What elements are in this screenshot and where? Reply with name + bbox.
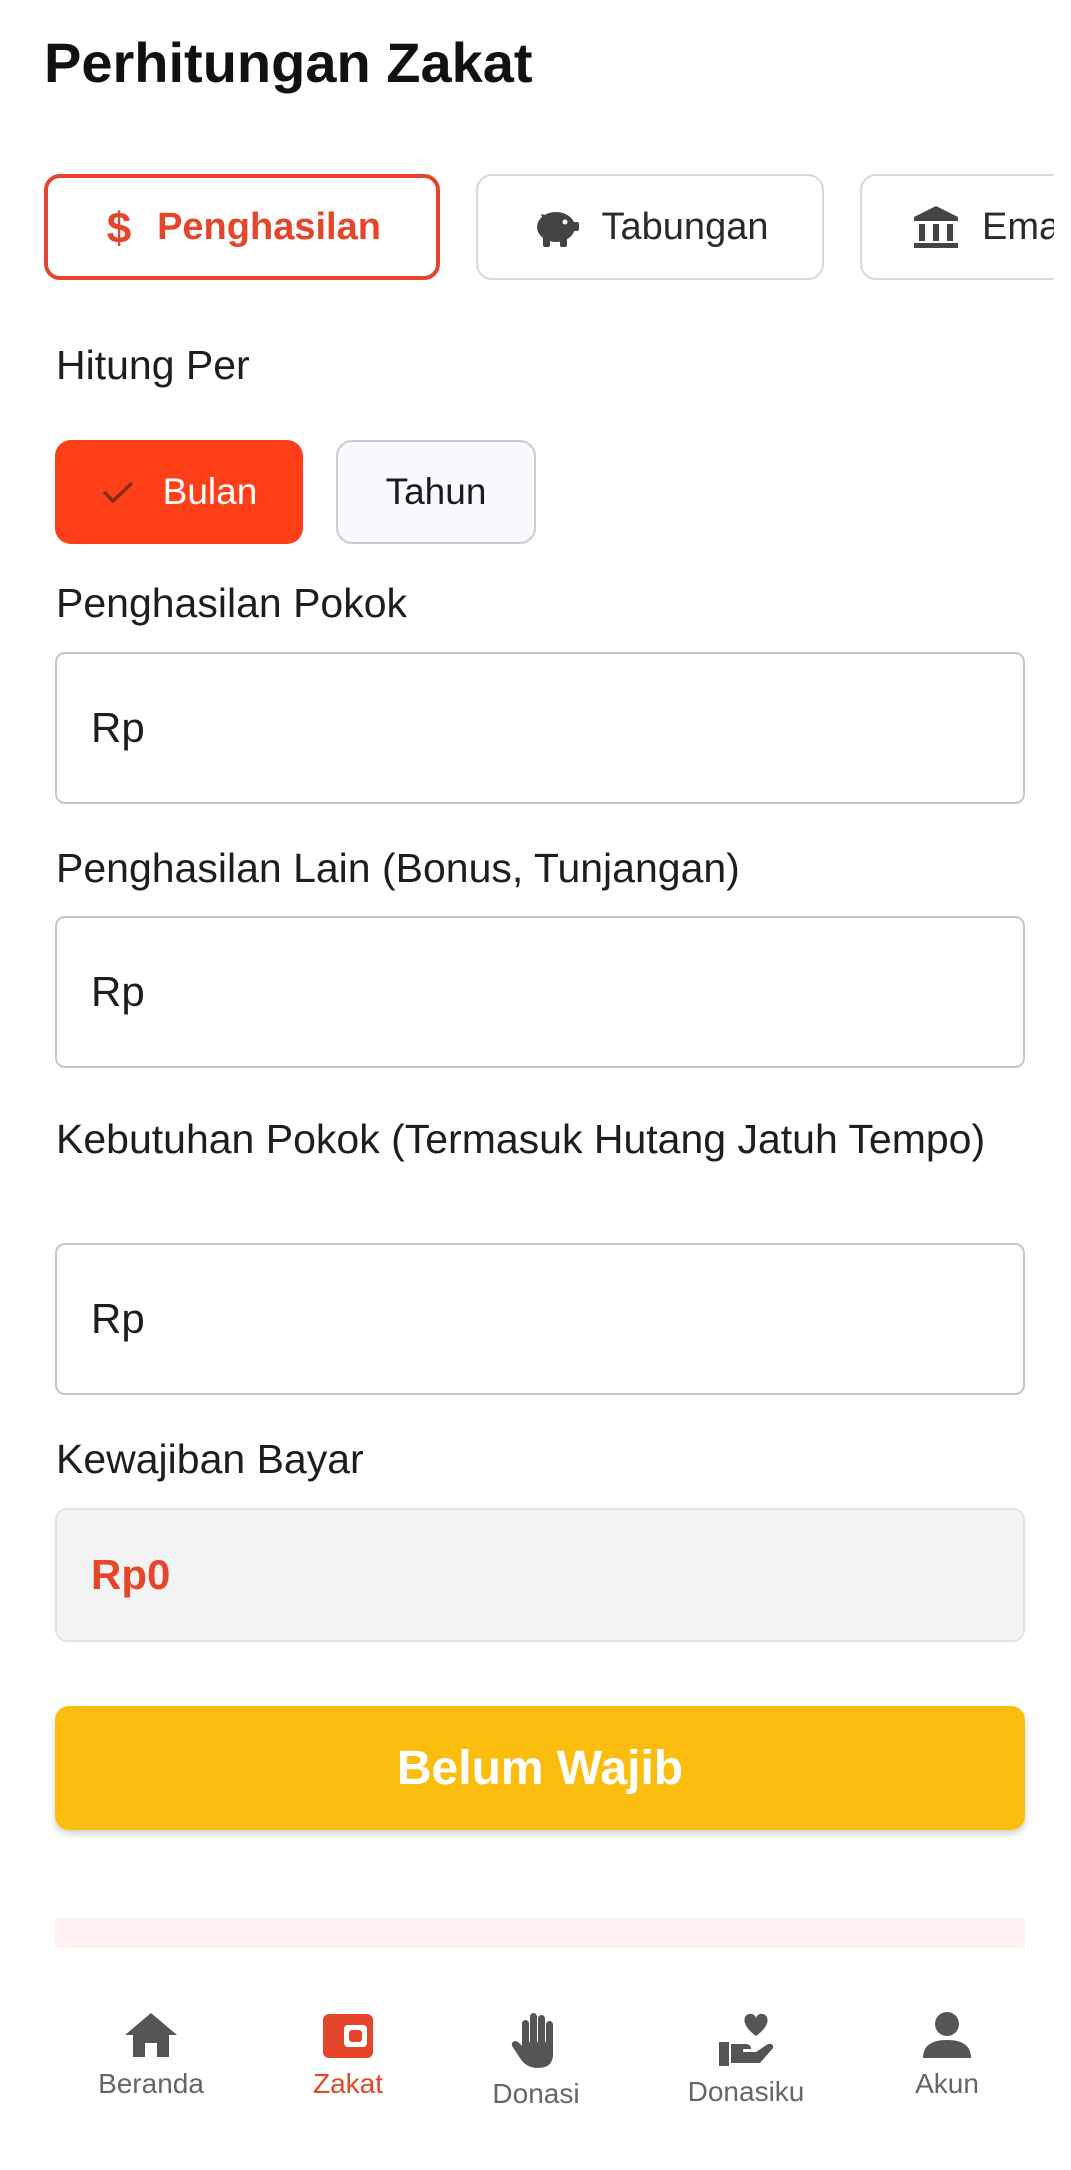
nav-label: Beranda xyxy=(98,2068,204,2099)
nav-label: Donasi xyxy=(492,2078,580,2109)
kewajiban-bayar-value: Rp0 xyxy=(55,1508,1025,1642)
field-label-kebutuhan-pokok: Kebutuhan Pokok (Termasuk Hutang Jatuh T… xyxy=(56,1116,986,1162)
period-chip-bulan[interactable]: Bulan xyxy=(55,440,303,544)
tab-label: Penghasilan xyxy=(157,205,381,248)
currency-prefix: Rp xyxy=(91,704,145,751)
period-chip-label: Bulan xyxy=(162,471,258,512)
donation-heart-icon xyxy=(719,2013,774,2066)
dollar-icon: $ xyxy=(107,204,131,250)
page-title: Perhitungan Zakat xyxy=(44,31,533,94)
nav-label: Zakat xyxy=(312,2068,384,2099)
info-banner xyxy=(55,1918,1025,1948)
nav-item-akun[interactable]: Akun xyxy=(857,2010,1037,2100)
nav-item-beranda[interactable]: Beranda xyxy=(61,2010,241,2100)
hand-icon xyxy=(511,2013,553,2068)
bottom-navigation: Beranda Zakat Donasi Donasiku Akun xyxy=(0,1950,1071,2170)
tab-tabungan[interactable]: Tabungan xyxy=(476,174,824,280)
status-button[interactable]: Belum Wajib xyxy=(55,1706,1025,1830)
nav-item-donasi[interactable]: Donasi xyxy=(446,2010,626,2110)
currency-prefix: Rp xyxy=(91,1295,145,1342)
penghasilan-pokok-input[interactable]: Rp xyxy=(55,652,1025,804)
home-icon xyxy=(125,2013,177,2057)
wallet-icon xyxy=(323,2014,373,2058)
nav-item-donasiku[interactable]: Donasiku xyxy=(656,2010,836,2108)
field-label-penghasilan-pokok: Penghasilan Pokok xyxy=(56,580,408,626)
period-chip-label: Tahun xyxy=(385,471,487,512)
tab-label: Emas xyxy=(982,205,1054,248)
nav-label: Akun xyxy=(915,2068,979,2099)
person-icon xyxy=(923,2012,971,2058)
tab-emas[interactable]: Emas xyxy=(860,174,1054,280)
period-chip-tahun[interactable]: Tahun xyxy=(336,440,536,544)
field-label-penghasilan-lain: Penghasilan Lain (Bonus, Tunjangan) xyxy=(56,845,740,891)
bank-icon xyxy=(914,206,958,248)
svg-text:$: $ xyxy=(107,204,131,250)
nav-label: Donasiku xyxy=(687,2076,805,2107)
tab-penghasilan[interactable]: $ Penghasilan xyxy=(44,174,440,280)
check-icon xyxy=(102,481,133,504)
nav-item-zakat[interactable]: Zakat xyxy=(258,2010,438,2100)
tab-label: Tabungan xyxy=(601,205,769,248)
period-label: Hitung Per xyxy=(56,342,250,388)
result-label: Kewajiban Bayar xyxy=(56,1436,364,1482)
currency-prefix: Rp xyxy=(91,968,145,1015)
zakat-category-tabs[interactable]: $ Penghasilan Tabungan Emas xyxy=(44,174,1054,282)
piggy-bank-icon xyxy=(536,212,579,247)
penghasilan-lain-input[interactable]: Rp xyxy=(55,916,1025,1068)
kebutuhan-pokok-input[interactable]: Rp xyxy=(55,1243,1025,1395)
